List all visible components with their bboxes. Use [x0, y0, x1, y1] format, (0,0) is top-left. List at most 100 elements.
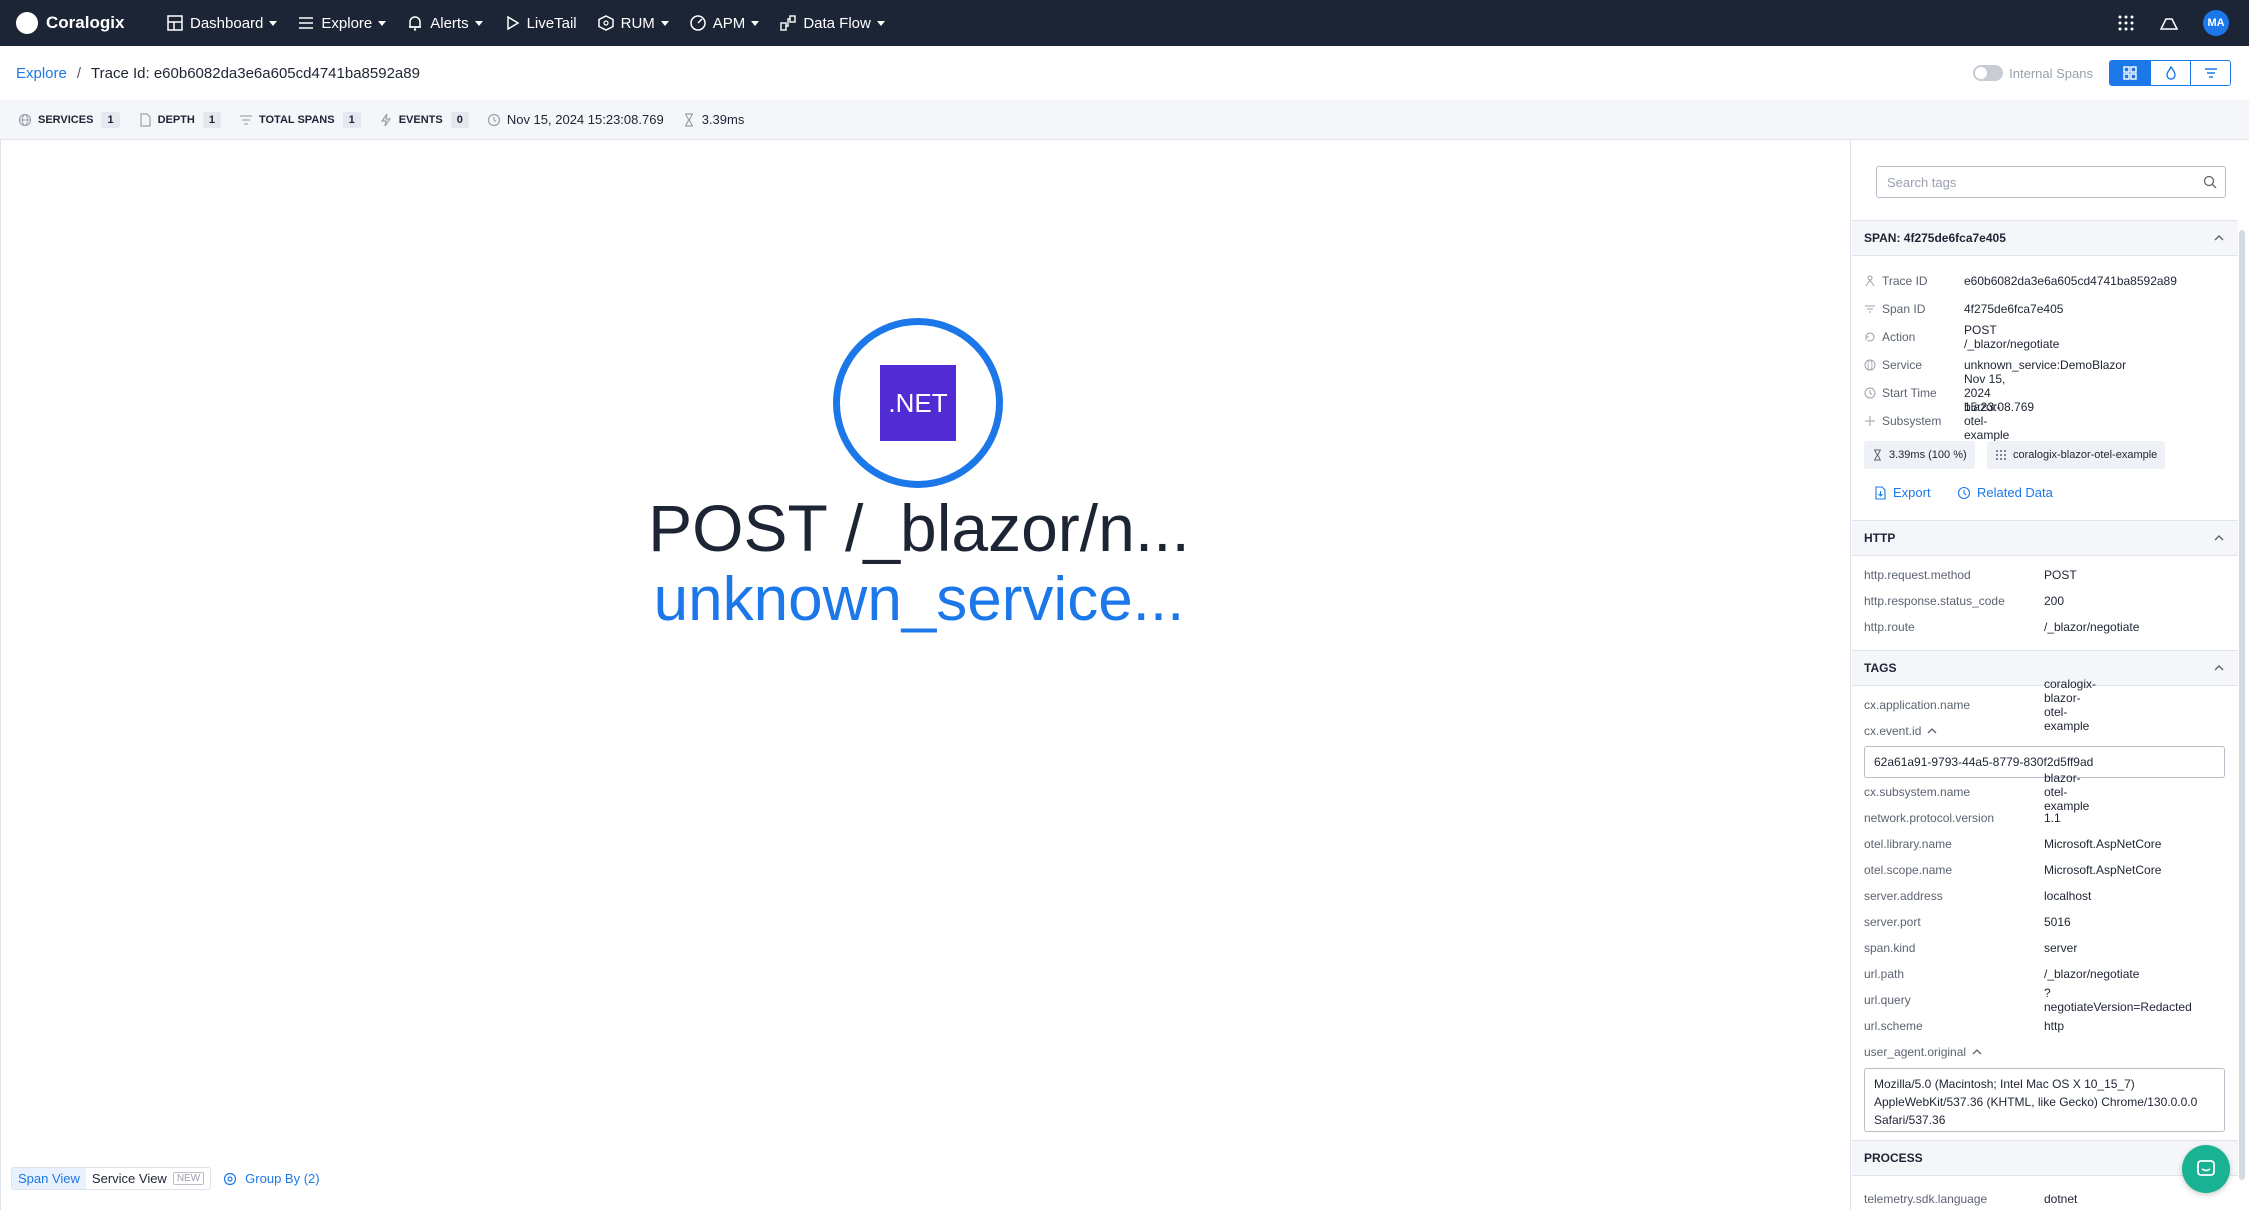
new-badge: NEW	[172, 1172, 205, 1185]
panel-scrollbar[interactable]	[2239, 230, 2245, 1180]
group-by-button[interactable]: Group By (2)	[223, 1171, 320, 1186]
span-field-start-time: Start Time Nov 15, 2024 15:23:08.769	[1864, 372, 2034, 414]
trace-start-time: Nov 15, 2024 15:23:08.769	[487, 112, 664, 127]
nav-dashboard[interactable]: Dashboard	[166, 14, 278, 32]
nav-explore[interactable]: Explore	[297, 14, 387, 32]
trace-duration: 3.39ms	[682, 112, 744, 127]
internal-spans-label: Internal Spans	[2009, 65, 2093, 81]
clock-icon	[1864, 387, 1876, 399]
breadcrumb-separator: /	[76, 64, 82, 82]
chevron-up-icon	[1972, 1049, 1982, 1055]
nav-alerts[interactable]: Alerts	[406, 14, 483, 32]
play-icon	[506, 15, 520, 31]
notifications-icon[interactable]	[2159, 15, 2179, 31]
chevron-up-icon	[2214, 535, 2224, 541]
services-count: 1	[101, 111, 120, 128]
tag-row: otel.library.name Microsoft.AspNetCore	[1864, 837, 2162, 851]
duration-chip: 3.39ms (100 %)	[1864, 441, 1975, 469]
node-title: POST /_blazor/n...	[648, 491, 1190, 565]
chevron-down-icon	[876, 20, 885, 26]
search-icon[interactable]	[2203, 175, 2217, 189]
depth-stat: DEPTH 1	[138, 111, 221, 128]
service-node[interactable]: .NET	[833, 318, 1003, 488]
chevron-up-icon	[2214, 235, 2224, 241]
grid-dots-icon	[1996, 450, 2006, 460]
tag-row: cx.application.name coralogix-blazor-ote…	[1864, 677, 2097, 733]
tag-row: cx.subsystem.name blazor-otel-example	[1864, 771, 2090, 813]
search-tags-input[interactable]	[1887, 174, 2187, 190]
clock-icon	[487, 113, 500, 126]
trace-graph-canvas[interactable]: .NET POST /_blazor/n... unknown_service.…	[0, 140, 1851, 1210]
chat-icon	[2197, 1160, 2215, 1176]
breadcrumb-explore-link[interactable]: Explore	[16, 65, 67, 82]
user-agent-value[interactable]: Mozilla/5.0 (Macintosh; Intel Mac OS X 1…	[1864, 1068, 2225, 1132]
total-spans-count: 1	[342, 111, 361, 128]
document-icon	[139, 112, 151, 127]
process-field: telemetry.sdk.language dotnet	[1864, 1192, 2078, 1206]
tag-row: url.scheme http	[1864, 1019, 2065, 1033]
dataflow-icon	[780, 15, 797, 31]
apps-grid-icon[interactable]	[2117, 14, 2135, 32]
bell-icon	[409, 16, 422, 31]
search-tags-field[interactable]	[1876, 166, 2226, 198]
process-section-header[interactable]: PROCESS	[1852, 1140, 2238, 1176]
nav-rum[interactable]: RUM	[597, 14, 669, 32]
tag-row: url.path/_blazor/negotiate	[1864, 967, 2140, 981]
chat-support-button[interactable]	[2182, 1145, 2230, 1193]
page-title: Trace Id: e60b6082da3e6a605cd4741ba8592a…	[91, 64, 420, 82]
spans-icon	[239, 114, 252, 125]
logo-icon	[16, 12, 38, 34]
flame-view-button[interactable]	[2150, 61, 2190, 85]
user-avatar[interactable]: MA	[2203, 10, 2229, 36]
related-data-button[interactable]: Related Data	[1957, 485, 2053, 500]
tag-row-expandable[interactable]: user_agent.original	[1864, 1045, 1988, 1059]
nav-apm[interactable]: APM	[689, 14, 760, 32]
hourglass-icon	[1874, 449, 1881, 461]
http-field: http.route /_blazor/negotiate	[1864, 620, 2140, 634]
nav-dataflow[interactable]: Data Flow	[779, 14, 885, 32]
node-service-name[interactable]: unknown_service...	[601, 564, 1237, 635]
application-chip[interactable]: coralogix-blazor-otel-example	[1987, 441, 2166, 469]
tag-row: span.kind server	[1864, 941, 2078, 955]
export-button[interactable]: Export	[1874, 485, 1931, 500]
chevron-up-icon	[1927, 728, 1937, 734]
subsystem-icon	[1865, 416, 1875, 426]
services-stat: SERVICES 1	[18, 111, 120, 128]
filter-lines-icon	[2204, 68, 2217, 78]
coralogix-logo[interactable]: Coralogix	[16, 12, 146, 34]
span-field-action: Action POST /_blazor/negotiate	[1864, 323, 2059, 351]
tag-row: network.protocol.version 1.1	[1864, 811, 2061, 825]
flame-icon	[2165, 66, 2176, 80]
target-icon	[224, 1172, 237, 1185]
globe-icon	[1864, 359, 1876, 371]
related-data-icon	[1957, 486, 1971, 499]
tag-row-expandable[interactable]: cx.event.id	[1864, 724, 1943, 738]
http-section-header[interactable]: HTTP	[1852, 520, 2238, 556]
explore-icon	[299, 17, 314, 29]
http-field: http.response.status_code 200	[1864, 594, 2065, 608]
trace-icon	[1865, 275, 1875, 287]
span-icon	[1865, 305, 1875, 313]
nav-livetail[interactable]: LiveTail	[503, 14, 577, 32]
graph-view-icon	[2123, 66, 2137, 80]
export-icon	[1875, 485, 1886, 500]
span-field-subsystem: Subsystem blazor-otel-example	[1864, 400, 2009, 442]
dashboard-icon	[167, 15, 183, 31]
http-field: http.request.method POST	[1864, 568, 2077, 582]
tab-service-view[interactable]: Service View NEW	[85, 1168, 211, 1189]
gauge-icon	[690, 15, 706, 31]
list-view-button[interactable]	[2190, 61, 2230, 85]
trace-stats-bar: SERVICES 1 DEPTH 1 TOTAL SPANS 1 EVENTS 0 No…	[0, 100, 2249, 140]
tag-row: server.address localhost	[1864, 889, 2092, 903]
graph-view-button[interactable]	[2110, 61, 2150, 85]
view-tabs: Span View Service View NEW Group By (2)	[11, 1167, 320, 1190]
span-field-trace-id: Trace ID e60b6082da3e6a605cd4741ba8592a8…	[1864, 274, 2177, 288]
chevron-down-icon	[751, 20, 760, 26]
span-field-service: Service unknown_service:DemoBlazor	[1864, 358, 2126, 372]
internal-spans-toggle[interactable]	[1973, 65, 2004, 81]
tab-span-view[interactable]: Span View	[12, 1168, 86, 1189]
chevron-up-icon	[2214, 665, 2224, 671]
top-navigation: Coralogix Dashboard Explore Alerts LiveT…	[0, 0, 2249, 46]
action-icon	[1865, 332, 1875, 342]
span-section-header[interactable]: SPAN: 4f275de6fca7e405	[1852, 220, 2238, 256]
